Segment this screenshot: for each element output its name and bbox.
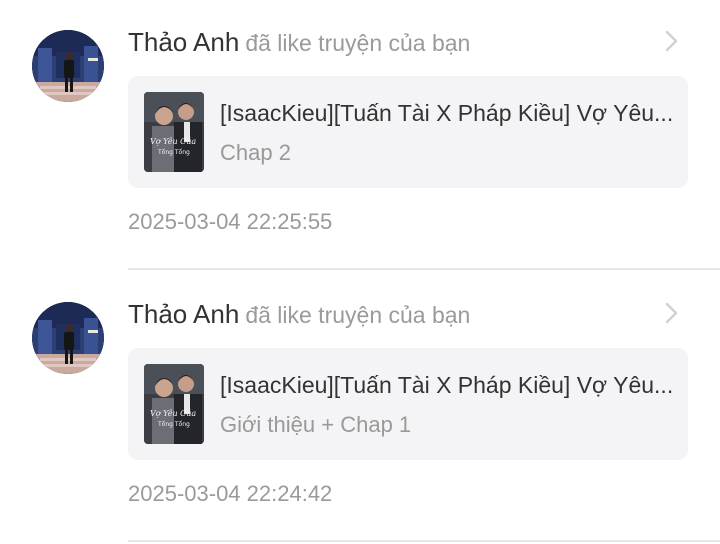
user-avatar[interactable] [32, 30, 104, 102]
cover-caption-line-1: Vợ Yêu Của [150, 409, 196, 418]
user-avatar[interactable] [32, 302, 104, 374]
story-title: [IsaacKieu][Tuấn Tài X Pháp Kiều] Vợ Yêu… [220, 100, 674, 126]
action-text: đã like truyện của bạn [245, 30, 471, 56]
cover-caption-line-2: Tổng Tổng [157, 421, 190, 428]
chevron-right-icon[interactable] [660, 28, 684, 54]
story-card[interactable]: Vợ Yêu Của Tổng Tổng [IsaacKieu][Tuấn Tà… [128, 76, 688, 188]
chapter-label: Chap 2 [220, 140, 291, 165]
notification-header: Thảo Anh đã like truyện của bạn [128, 26, 470, 58]
notification-header: Thảo Anh đã like truyện của bạn [128, 298, 470, 330]
user-name[interactable]: Thảo Anh [128, 27, 239, 57]
story-cover-image: Vợ Yêu Của Tổng Tổng [144, 92, 204, 172]
action-text: đã like truyện của bạn [245, 302, 471, 328]
cover-caption-line-2: Tổng Tổng [157, 149, 190, 156]
story-title: [IsaacKieu][Tuấn Tài X Pháp Kiều] Vợ Yêu… [220, 372, 674, 398]
story-card[interactable]: Vợ Yêu Của Tổng Tổng [IsaacKieu][Tuấn Tà… [128, 348, 688, 460]
divider [128, 268, 720, 270]
notification-item[interactable]: Thảo Anh đã like truyện của bạn Vợ Yêu Củ… [0, 272, 720, 544]
chapter-label: Giới thiệu + Chap 1 [220, 412, 412, 437]
notification-item[interactable]: Thảo Anh đã like truyện của bạn Vợ Yêu Củ… [0, 0, 720, 272]
timestamp: 2025-03-04 22:24:42 [128, 481, 333, 506]
user-name[interactable]: Thảo Anh [128, 299, 239, 329]
story-cover-image: Vợ Yêu Của Tổng Tổng [144, 364, 204, 444]
chevron-right-icon[interactable] [660, 300, 684, 326]
divider [128, 540, 720, 542]
timestamp: 2025-03-04 22:25:55 [128, 209, 333, 234]
cover-caption-line-1: Vợ Yêu Của [150, 137, 196, 146]
